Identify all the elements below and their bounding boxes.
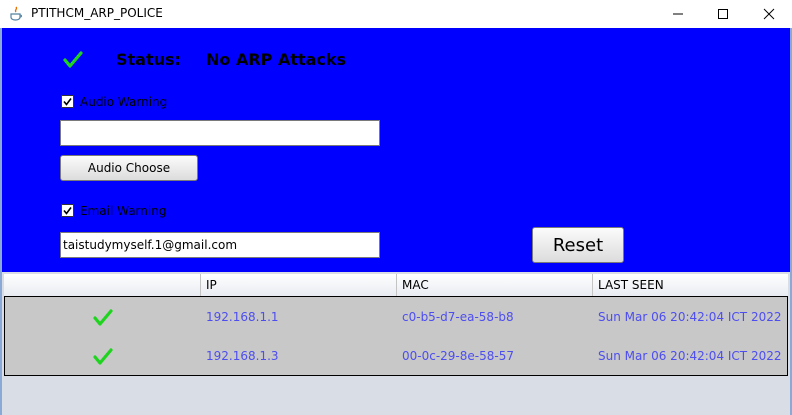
status-check-icon xyxy=(5,337,201,376)
email-warning-checkbox[interactable] xyxy=(61,204,74,217)
minimize-button[interactable] xyxy=(655,0,701,28)
column-header-status[interactable] xyxy=(4,274,200,296)
status-label: Status: xyxy=(116,50,181,69)
maximize-icon xyxy=(718,9,728,19)
audio-warning-label[interactable]: Audio Warning xyxy=(80,95,167,109)
checkmark-icon xyxy=(63,207,72,215)
audio-file-input[interactable] xyxy=(60,120,380,146)
table-row[interactable]: 192.168.1.1 c0-b5-d7-ea-58-b8 Sun Mar 06… xyxy=(5,298,787,337)
close-button[interactable] xyxy=(746,0,792,28)
ip-cell: 192.168.1.1 xyxy=(206,310,279,324)
mac-cell: c0-b5-d7-ea-58-b8 xyxy=(402,310,514,324)
column-header-ip[interactable]: IP xyxy=(200,274,396,296)
table-row[interactable]: 192.168.1.3 00-0c-29-8e-58-57 Sun Mar 06… xyxy=(5,337,787,376)
minimize-icon xyxy=(673,13,683,15)
close-icon xyxy=(763,8,775,20)
status-value: No ARP Attacks xyxy=(206,50,347,69)
java-app-icon xyxy=(9,6,23,21)
reset-button[interactable]: Reset xyxy=(532,227,624,263)
email-warning-label[interactable]: Email Warning xyxy=(80,204,166,218)
status-check-icon xyxy=(63,50,83,70)
audio-choose-button[interactable]: Audio Choose xyxy=(60,155,198,181)
table-body: 192.168.1.1 c0-b5-d7-ea-58-b8 Sun Mar 06… xyxy=(4,296,788,376)
title-bar: PTITHCM_ARP_POLICE xyxy=(0,0,792,29)
window-title: PTITHCM_ARP_POLICE xyxy=(31,6,163,20)
column-header-mac[interactable]: MAC xyxy=(396,274,592,296)
status-check-icon xyxy=(5,298,201,337)
ip-cell: 192.168.1.3 xyxy=(206,349,279,363)
checkmark-icon xyxy=(63,98,72,106)
last-seen-cell: Sun Mar 06 20:42:04 ICT 2022 xyxy=(598,310,782,324)
maximize-button[interactable] xyxy=(700,0,746,28)
audio-warning-checkbox[interactable] xyxy=(61,95,74,108)
column-header-last-seen[interactable]: LAST SEEN xyxy=(592,274,788,296)
mac-cell: 00-0c-29-8e-58-57 xyxy=(402,349,514,363)
last-seen-cell: Sun Mar 06 20:42:04 ICT 2022 xyxy=(598,349,782,363)
table-header: IP MAC LAST SEEN xyxy=(4,274,788,297)
email-input[interactable] xyxy=(60,232,380,258)
